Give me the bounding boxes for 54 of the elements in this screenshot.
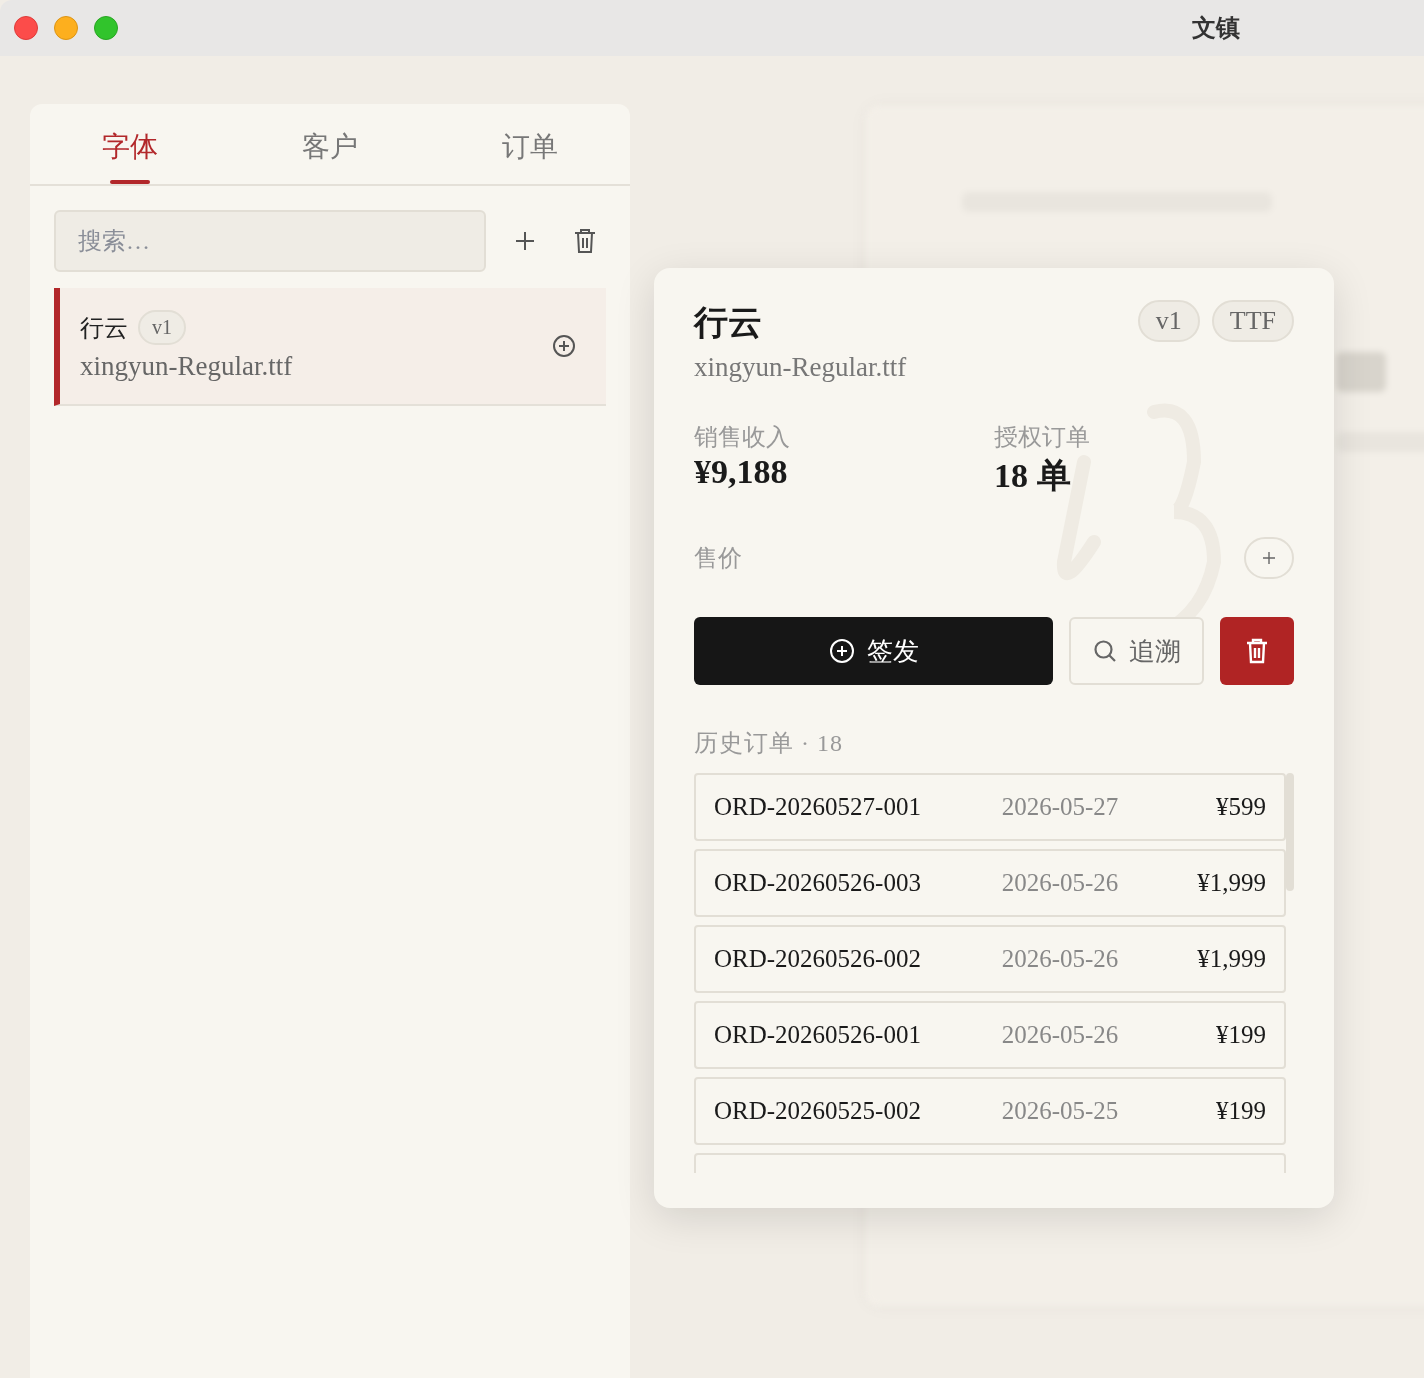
badge: v1 — [1137, 300, 1200, 342]
order-id: ORD-20260527-001 — [714, 793, 922, 821]
delete-button[interactable] — [1220, 617, 1294, 685]
order-id: ORD-20260526-003 — [714, 869, 922, 897]
order-id: ORD-20260526-001 — [714, 1021, 922, 1049]
order-date: 2026-05-27 — [1001, 793, 1119, 821]
font-name: 行云 — [694, 303, 763, 343]
order-row[interactable]: ORD-20260526-003 2026-05-26 ¥1,999 — [694, 849, 1286, 917]
plus-icon — [514, 230, 536, 252]
order-row[interactable]: ORD-20260527-001 2026-05-27 ¥599 — [694, 773, 1286, 841]
zoom-button[interactable] — [94, 16, 118, 40]
trash-icon — [573, 228, 597, 254]
order-amount: ¥1,999 — [1196, 869, 1266, 897]
trace-button[interactable]: 追溯 — [1069, 617, 1204, 685]
font-list-item[interactable]: 行云 v1 xingyun-Regular.ttf — [54, 288, 606, 406]
plus-circle-icon — [828, 638, 855, 664]
price-label: 售价 — [694, 544, 742, 573]
history-heading: 历史订单 · 18 — [694, 729, 844, 758]
tab[interactable]: 字体 — [30, 104, 230, 184]
add-price-button[interactable] — [1244, 537, 1294, 579]
issue-button[interactable]: 签发 — [694, 617, 1053, 685]
tab[interactable]: 订单 — [430, 104, 630, 184]
order-date: 2026-05-26 — [1001, 945, 1119, 973]
font-name: 行云 — [80, 313, 128, 343]
order-row[interactable]: ORD-20260526-002 2026-05-26 ¥1,999 — [694, 925, 1286, 993]
window-title: 文镇 — [1192, 13, 1240, 44]
font-file-name: xingyun-Regular.ttf — [694, 352, 907, 383]
search-field[interactable]: 搜索… — [54, 210, 486, 272]
order-date: 2026-05-26 — [1001, 1021, 1119, 1049]
order-amount: ¥199 — [1215, 1021, 1266, 1049]
font-file-name: xingyun-Regular.ttf — [80, 351, 294, 382]
stat-value: 18 单 — [994, 456, 1072, 496]
order-row[interactable]: ORD-20260526-001 2026-05-26 ¥199 — [694, 1001, 1286, 1069]
plus-icon — [1262, 551, 1276, 565]
order-amount: ¥599 — [1215, 793, 1266, 821]
order-date: 2026-05-26 — [1001, 869, 1119, 897]
order-id: ORD-20260526-002 — [714, 945, 922, 973]
order-id: ORD-20260525-002 — [714, 1097, 922, 1125]
stat-label: 销售收入 — [694, 423, 791, 452]
stat-value: ¥9,188 — [694, 453, 789, 491]
order-date: 2026-05-25 — [1001, 1097, 1119, 1125]
badge: TTF — [1211, 300, 1294, 342]
close-button[interactable] — [14, 16, 38, 40]
order-amount: ¥1,999 — [1196, 945, 1266, 973]
scrollbar[interactable] — [1286, 773, 1294, 891]
add-circle-icon[interactable] — [552, 334, 576, 358]
search-icon — [1092, 639, 1117, 663]
version-badge: v1 — [138, 310, 186, 345]
tab[interactable]: 客户 — [230, 104, 430, 184]
order-amount: ¥199 — [1215, 1097, 1266, 1125]
stat-label: 授权订单 — [994, 423, 1091, 452]
trash-icon — [1245, 638, 1269, 664]
order-row[interactable]: ORD-20260525-002 2026-05-25 ¥199 — [694, 1077, 1286, 1145]
minimize-button[interactable] — [54, 16, 78, 40]
